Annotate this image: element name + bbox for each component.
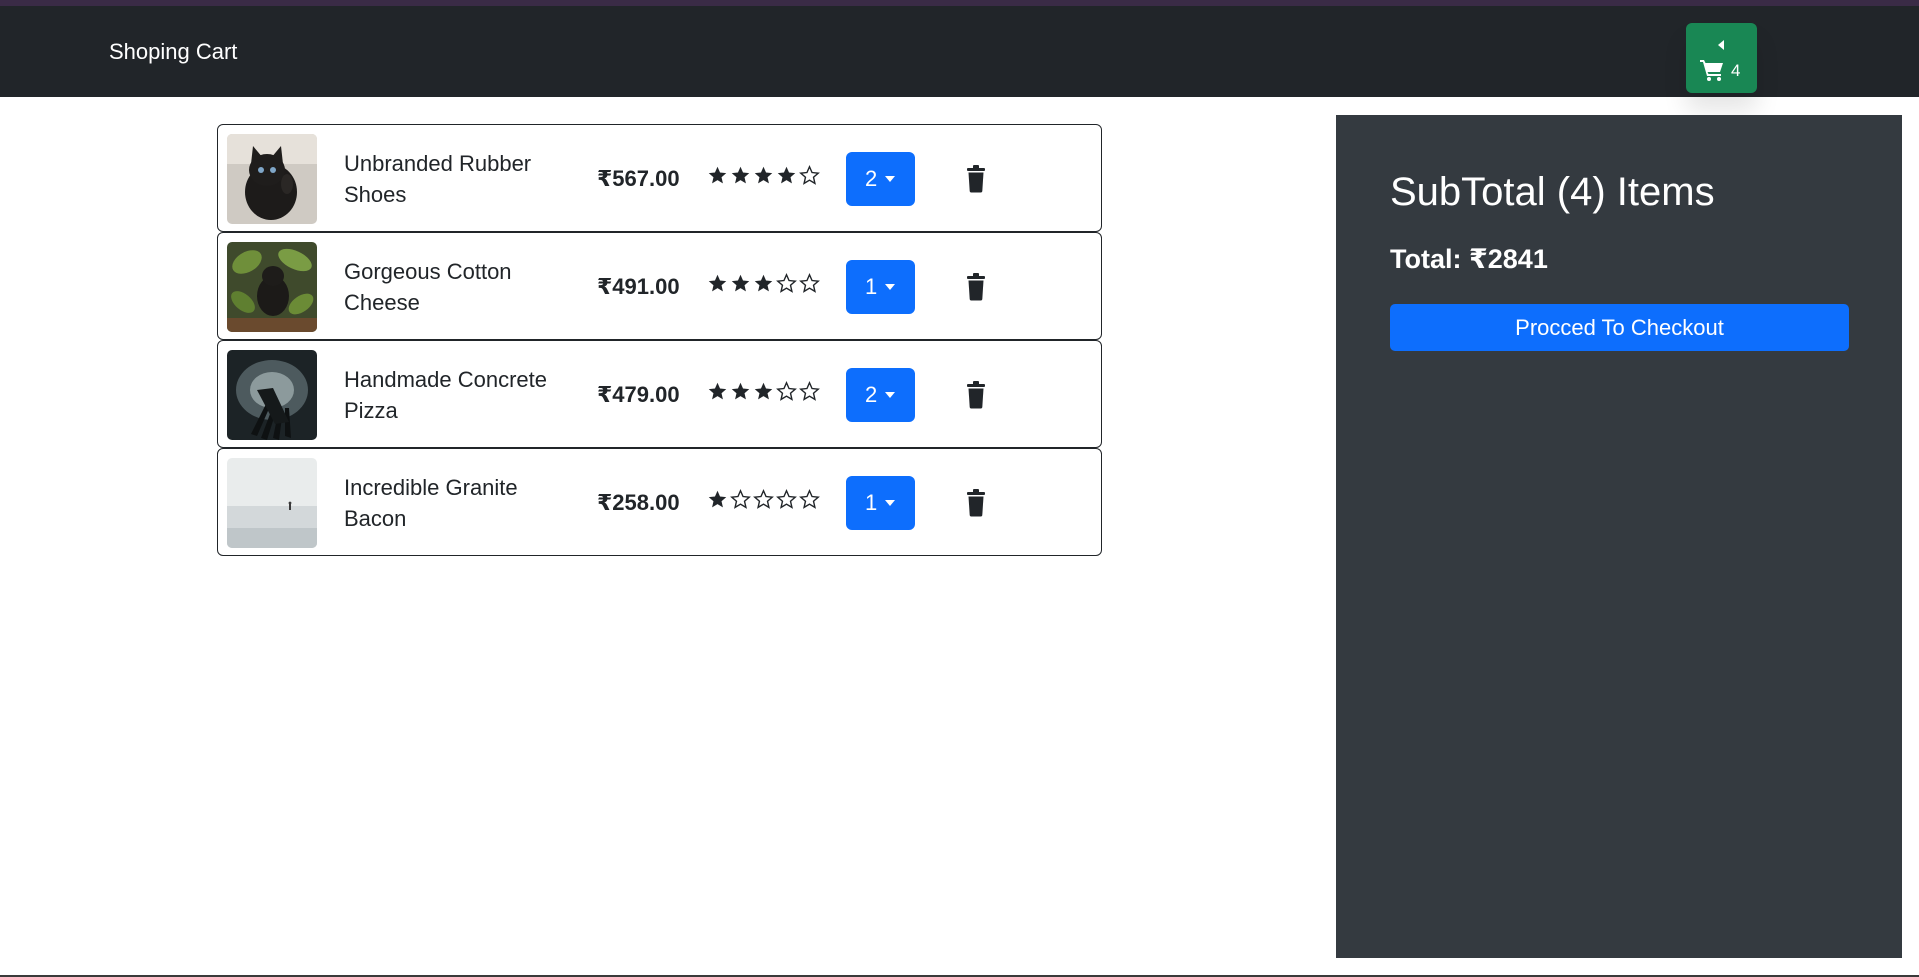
star-filled-icon: [731, 274, 750, 292]
star-empty-icon: [799, 489, 820, 509]
product-rating: [707, 489, 820, 510]
quantity-dropdown[interactable]: 2: [846, 368, 915, 422]
brand-title[interactable]: Shoping Cart: [109, 38, 237, 66]
trash-icon[interactable]: [966, 273, 986, 301]
product-price: ₹258.00: [597, 490, 680, 515]
cart-item: Gorgeous Cotton Cheese ₹491.00 1: [217, 232, 1102, 340]
product-name: Handmade Concrete Pizza: [344, 367, 548, 423]
product-rating: [707, 273, 820, 294]
star-filled-icon: [754, 274, 773, 292]
quantity-dropdown[interactable]: 1: [846, 476, 915, 530]
caret-down-icon: [885, 284, 895, 290]
product-name: Gorgeous Cotton Cheese: [344, 259, 512, 315]
star-filled-icon: [708, 166, 727, 184]
quantity-value: 1: [865, 490, 878, 515]
star-filled-icon: [731, 166, 750, 184]
product-thumbnail: [227, 458, 317, 548]
product-price: ₹567.00: [597, 166, 680, 191]
cart-item: Handmade Concrete Pizza ₹479.00 2: [217, 340, 1102, 448]
product-rating: [707, 165, 820, 186]
star-filled-icon: [777, 166, 796, 184]
star-filled-icon: [754, 382, 773, 400]
product-name: Unbranded Rubber Shoes: [344, 151, 532, 207]
product-name: Incredible Granite Bacon: [344, 475, 518, 531]
star-filled-icon: [708, 382, 727, 400]
star-empty-icon: [776, 381, 797, 401]
star-filled-icon: [708, 274, 727, 292]
star-filled-icon: [731, 382, 750, 400]
product-thumbnail: [227, 242, 317, 332]
shopping-cart-icon: [1700, 60, 1723, 81]
quantity-dropdown[interactable]: 1: [846, 260, 915, 314]
cart-item: Unbranded Rubber Shoes ₹567.00 2: [217, 124, 1102, 232]
trash-icon[interactable]: [966, 489, 986, 517]
caret-down-icon: [885, 176, 895, 182]
star-empty-icon: [776, 273, 797, 293]
caret-down-icon: [885, 392, 895, 398]
star-filled-icon: [754, 166, 773, 184]
quantity-value: 2: [865, 382, 878, 407]
cart-count-badge: 4: [1731, 61, 1741, 80]
quantity-value: 2: [865, 166, 878, 191]
quantity-value: 1: [865, 274, 878, 299]
order-summary-panel: SubTotal (4) Items Total: ₹2841 Procced …: [1336, 115, 1902, 958]
total-amount: Total: ₹2841: [1390, 244, 1548, 274]
star-empty-icon: [799, 165, 820, 185]
product-price: ₹479.00: [597, 382, 680, 407]
subtotal-heading: SubTotal (4) Items: [1390, 170, 1715, 214]
checkout-button[interactable]: Procced To Checkout: [1390, 304, 1849, 351]
star-empty-icon: [799, 273, 820, 293]
caret-left-icon: [1718, 40, 1724, 50]
product-price: ₹491.00: [597, 274, 680, 299]
product-thumbnail: [227, 134, 317, 224]
cart-items-list: Unbranded Rubber Shoes ₹567.00 2 Gorgeou…: [217, 124, 1102, 556]
trash-icon[interactable]: [966, 381, 986, 409]
star-empty-icon: [799, 381, 820, 401]
quantity-dropdown[interactable]: 2: [846, 152, 915, 206]
navbar: Shoping Cart 4: [0, 6, 1919, 97]
cart-item: Incredible Granite Bacon ₹258.00 1: [217, 448, 1102, 556]
product-rating: [707, 381, 820, 402]
star-empty-icon: [776, 489, 797, 509]
trash-icon[interactable]: [966, 165, 986, 193]
product-thumbnail: [227, 350, 317, 440]
cart-dropdown-button[interactable]: 4: [1686, 23, 1757, 93]
caret-down-icon: [885, 500, 895, 506]
star-empty-icon: [753, 489, 774, 509]
star-empty-icon: [730, 489, 751, 509]
star-filled-icon: [708, 490, 727, 508]
